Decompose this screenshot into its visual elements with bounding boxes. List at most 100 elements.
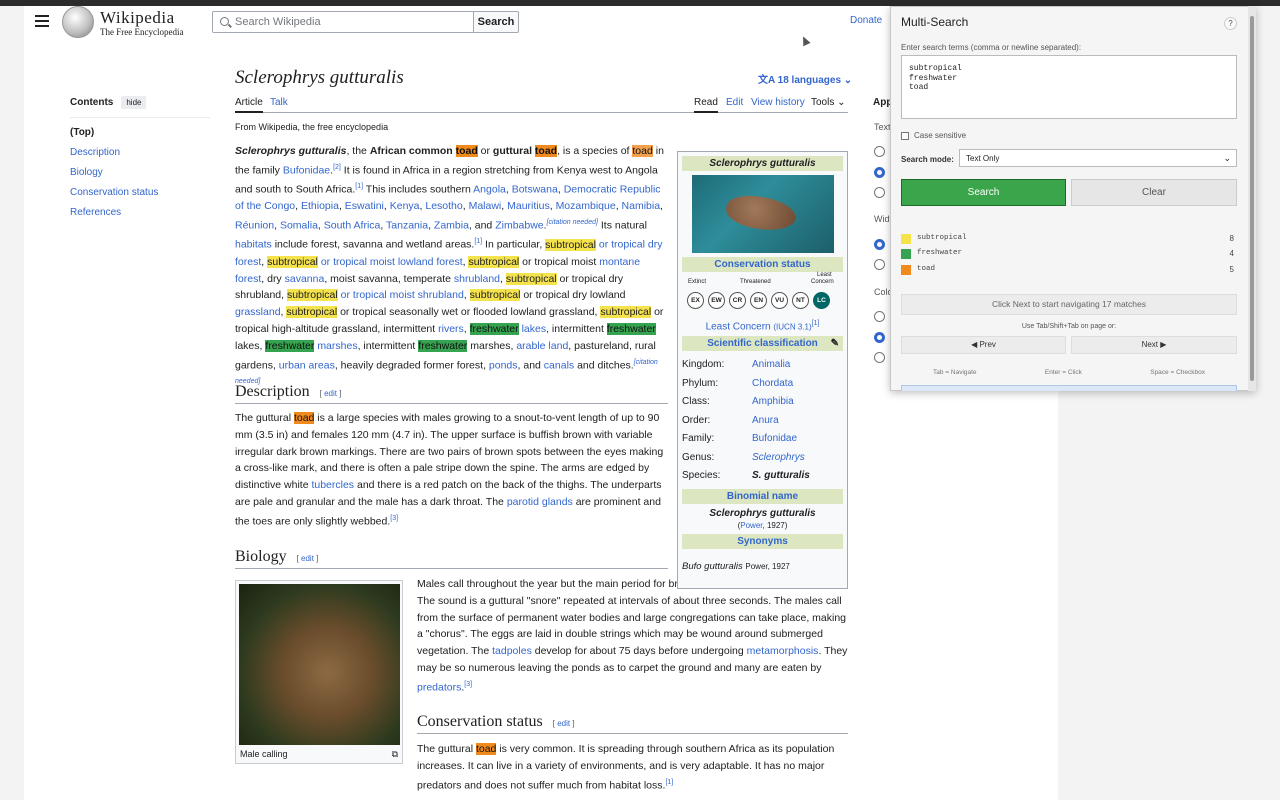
panel-search-button[interactable]: Search — [901, 179, 1066, 206]
search-mode-select[interactable]: Text Only ⌄ — [959, 149, 1237, 167]
search-input[interactable]: Search Wikipedia — [212, 11, 474, 33]
toc-item-references[interactable]: References — [70, 207, 210, 218]
radio[interactable] — [874, 332, 885, 343]
mouse-cursor-icon — [799, 34, 811, 47]
tab-view-history[interactable]: View history — [751, 97, 805, 108]
toc-hide-button[interactable]: hide — [121, 96, 147, 109]
panel-title: Multi-Search — [901, 15, 969, 29]
chevron-down-icon: ⌄ — [1223, 153, 1231, 163]
color-swatch — [901, 234, 911, 244]
donate-link[interactable]: Donate — [850, 15, 882, 26]
tab-article[interactable]: Article — [235, 97, 263, 113]
scientific-classification-header[interactable]: Scientific classification ✎ — [682, 336, 843, 352]
infobox: Sclerophrys gutturalis Conservation stat… — [677, 151, 848, 589]
case-sensitive-checkbox[interactable]: Case sensitive — [901, 131, 966, 140]
taxon-link[interactable]: Bufonidae — [752, 433, 797, 444]
toc-item-conservation[interactable]: Conservation status — [70, 187, 210, 198]
section-heading-conservation: Conservation status[ edit ] — [417, 713, 848, 734]
tab-talk[interactable]: Talk — [270, 97, 288, 108]
table-row: Family: Bufonidae — [682, 433, 798, 445]
radio[interactable] — [874, 352, 885, 363]
status-ew: EW — [708, 292, 725, 309]
help-icon[interactable]: ? — [1224, 17, 1237, 30]
term-row-freshwater: freshwater 4 — [901, 248, 1237, 260]
search-icon — [220, 17, 229, 26]
edit-link[interactable]: edit — [301, 554, 314, 563]
toc-item-biology[interactable]: Biology — [70, 167, 210, 178]
infobox-photo[interactable] — [691, 175, 834, 253]
section-heading-description: Description[ edit ] — [235, 383, 668, 404]
taxon-link[interactable]: Sclerophrys — [752, 452, 805, 463]
radio[interactable] — [874, 167, 885, 178]
conservation-paragraph: The guttural toad is very common. It is … — [417, 743, 835, 792]
toc-title: Contents — [70, 97, 114, 108]
radio[interactable] — [874, 146, 885, 157]
conservation-status-header[interactable]: Conservation status — [682, 257, 843, 272]
section-heading-biology: Biology[ edit ] — [235, 548, 668, 569]
iucn-link[interactable]: (IUCN 3.1) — [773, 322, 811, 331]
table-row: Kingdom: Animalia — [682, 359, 791, 371]
search-placeholder: Search Wikipedia — [235, 16, 321, 28]
figure-caption: Male calling — [240, 749, 288, 759]
taxon-link[interactable]: Chordata — [752, 378, 793, 389]
search-mode-label: Search mode: — [901, 155, 954, 164]
status-lc: LC — [813, 292, 830, 309]
radio[interactable] — [874, 187, 885, 198]
status-cr: CR — [729, 292, 746, 309]
edit-link[interactable]: edit — [557, 719, 570, 728]
table-row: Phylum: Chordata — [682, 377, 794, 389]
search-button[interactable]: Search — [473, 11, 519, 33]
edit-link[interactable]: edit — [324, 389, 337, 398]
wikipedia-globe-logo[interactable] — [62, 6, 94, 38]
appearance-text-label: Text — [874, 122, 891, 132]
left-gutter — [0, 6, 24, 800]
taxon-link[interactable]: Amphibia — [752, 396, 794, 407]
next-button[interactable]: Next ▶ — [1071, 336, 1237, 354]
site-subtitle: From Wikipedia, the free encyclopedia — [235, 122, 389, 132]
label-threatened: Threatened — [740, 279, 771, 285]
taxon-link[interactable]: Anura — [752, 415, 779, 426]
enlarge-icon[interactable]: ⧉ — [392, 749, 398, 760]
tab-edit[interactable]: Edit — [726, 97, 743, 108]
radio[interactable] — [874, 311, 885, 322]
taxon-link[interactable]: Animalia — [752, 359, 790, 370]
term-row-toad: toad 5 — [901, 264, 1237, 276]
infobox-title: Sclerophrys gutturalis — [682, 156, 843, 171]
radio[interactable] — [874, 259, 885, 270]
binomial-name: Sclerophrys gutturalis — [709, 507, 816, 519]
panel-clear-button[interactable]: Clear — [1071, 179, 1237, 206]
biology-paragraph: Males call throughout the year but the m… — [417, 578, 848, 694]
description-paragraph: The guttural toad is a large species wit… — [235, 412, 664, 528]
keyboard-hints: Tab = Navigate Enter = Click Space = Check… — [933, 369, 1205, 376]
binomial-header[interactable]: Binomial name — [682, 488, 843, 504]
tools-menu[interactable]: Tools ⌄ — [811, 97, 846, 108]
power-link[interactable]: Power — [740, 521, 762, 530]
pencil-icon[interactable]: ✎ — [831, 338, 839, 349]
synonym: Bufo gutturalis Power, 1927 — [682, 560, 790, 572]
terms-label: Enter search terms (comma or newline sep… — [901, 43, 1082, 52]
toc-item-top[interactable]: (Top) — [70, 127, 210, 138]
label-extinct: Extinct — [688, 279, 707, 285]
translate-icon: 文A — [758, 75, 778, 86]
prev-button[interactable]: ◀ Prev — [901, 336, 1066, 354]
status-vu: VU — [771, 292, 788, 309]
toc-item-description[interactable]: Description — [70, 147, 210, 158]
table-row: Genus: Sclerophrys — [682, 451, 805, 463]
search-terms-textarea[interactable]: subtropical freshwater toad — [901, 55, 1237, 119]
table-row: Species: S. gutturalis — [682, 470, 810, 482]
panel-scrollbar[interactable] — [1248, 6, 1256, 391]
status-nt: NT — [792, 292, 809, 309]
tagline: The Free Encyclopedia — [100, 27, 184, 37]
tab-read[interactable]: Read — [694, 97, 718, 113]
toad-photo[interactable] — [239, 584, 400, 745]
case-sensitive-label: Case sensitive — [914, 131, 967, 140]
conservation-status-scale: Extinct Threatened Least Concern EX EW C… — [682, 272, 843, 316]
menu-icon[interactable] — [35, 15, 49, 27]
least-concern-link[interactable]: Least Concern — [706, 321, 771, 332]
table-of-contents: Contents hide (Top) Description Biology C… — [70, 96, 210, 218]
wordmark[interactable]: Wikipedia — [100, 8, 175, 28]
synonyms-header[interactable]: Synonyms — [682, 533, 843, 549]
radio[interactable] — [874, 239, 885, 250]
languages-button[interactable]: 文A 18 languages ⌄ — [758, 71, 852, 86]
status-ex: EX — [687, 292, 704, 309]
